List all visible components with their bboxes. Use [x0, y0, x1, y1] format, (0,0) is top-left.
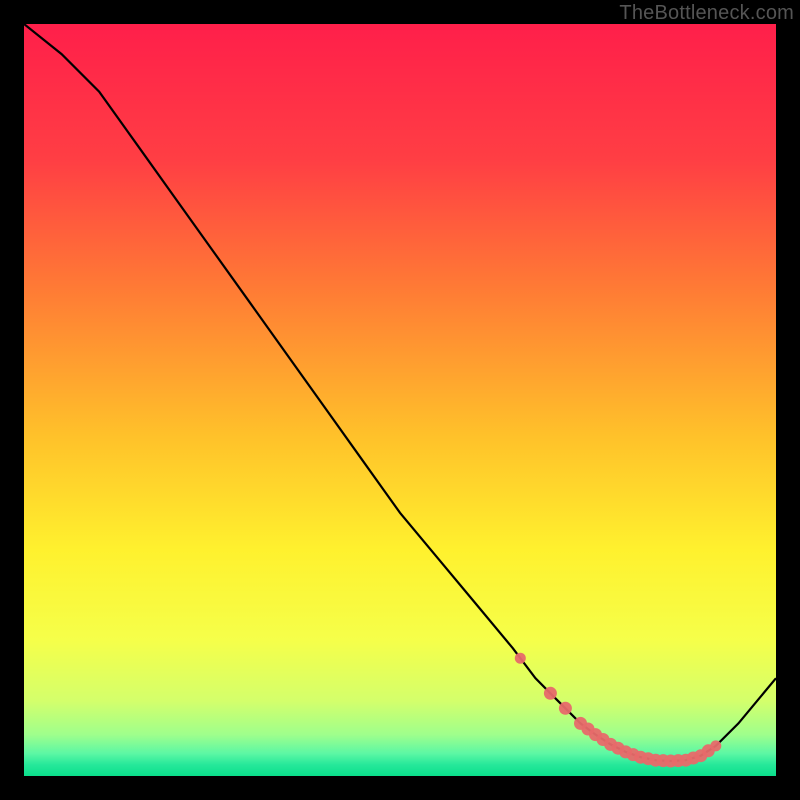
valley-marker	[515, 653, 526, 664]
attribution-text: TheBottleneck.com	[619, 2, 794, 25]
chart-frame	[24, 24, 776, 776]
plot-area	[24, 24, 776, 776]
valley-marker	[710, 740, 721, 751]
valley-marker	[544, 687, 557, 700]
valley-marker	[559, 702, 572, 715]
bottleneck-curve	[24, 24, 776, 776]
